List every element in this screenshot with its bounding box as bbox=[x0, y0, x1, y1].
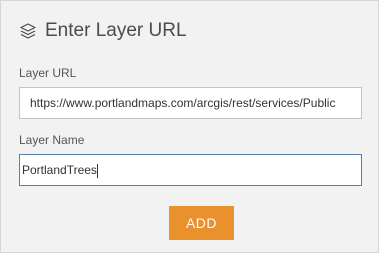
panel-title: Enter Layer URL bbox=[45, 20, 187, 41]
layer-name-label: Layer Name bbox=[19, 133, 85, 147]
layer-url-input[interactable]: https://www.portlandmaps.com/arcgis/rest… bbox=[19, 87, 362, 119]
layer-name-input[interactable]: PortlandTrees bbox=[19, 154, 362, 186]
layer-name-value: PortlandTrees bbox=[22, 163, 97, 177]
add-button[interactable]: ADD bbox=[169, 206, 234, 240]
layer-url-label: Layer URL bbox=[19, 66, 77, 80]
layer-url-value: https://www.portlandmaps.com/arcgis/rest… bbox=[30, 96, 336, 110]
panel-header: Enter Layer URL bbox=[19, 20, 187, 42]
enter-layer-url-panel: Enter Layer URL Layer URL https://www.po… bbox=[0, 0, 379, 253]
text-cursor bbox=[96, 163, 98, 178]
layers-icon bbox=[19, 22, 37, 40]
